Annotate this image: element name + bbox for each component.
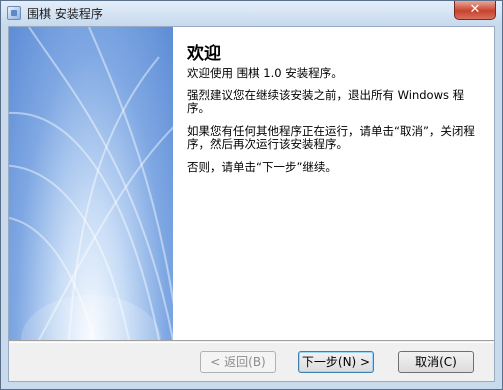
next-button[interactable]: 下一步(N) > xyxy=(298,351,374,373)
installer-app-icon xyxy=(7,6,21,20)
welcome-paragraph: 欢迎使用 围棋 1.0 安装程序。 xyxy=(187,66,343,80)
close-programs-advice: 强烈建议您在继续该安装之前，退出所有 Windows 程序。 xyxy=(187,88,465,115)
close-button[interactable]: ✕ xyxy=(454,1,496,20)
welcome-heading: 欢迎 xyxy=(187,44,221,64)
swirl-decoration xyxy=(9,27,173,340)
title-bar[interactable]: 围棋 安装程序 ✕ xyxy=(1,1,502,26)
welcome-side-image xyxy=(9,27,173,340)
welcome-content-panel: 欢迎 欢迎使用 围棋 1.0 安装程序。 强烈建议您在继续该安装之前，退出所有 … xyxy=(173,27,494,340)
back-button[interactable]: < 返回(B) xyxy=(200,351,276,373)
dialog-body: 欢迎 欢迎使用 围棋 1.0 安装程序。 强烈建议您在继续该安装之前，退出所有 … xyxy=(8,26,495,382)
window-title: 围棋 安装程序 xyxy=(27,7,103,21)
installer-window: 围棋 安装程序 ✕ 欢迎 欢迎使用 围棋 1.0 安装程序。 强烈建议您在继续该… xyxy=(0,0,503,390)
continue-instruction: 否则，请单击“下一步”继续。 xyxy=(187,160,337,174)
cancel-button[interactable]: 取消(C) xyxy=(398,351,474,373)
cancel-instruction: 如果您有任何其他程序正在运行，请单击“取消”，关闭程序，然后再次运行该安装程序。 xyxy=(187,124,475,151)
button-divider xyxy=(9,340,494,343)
